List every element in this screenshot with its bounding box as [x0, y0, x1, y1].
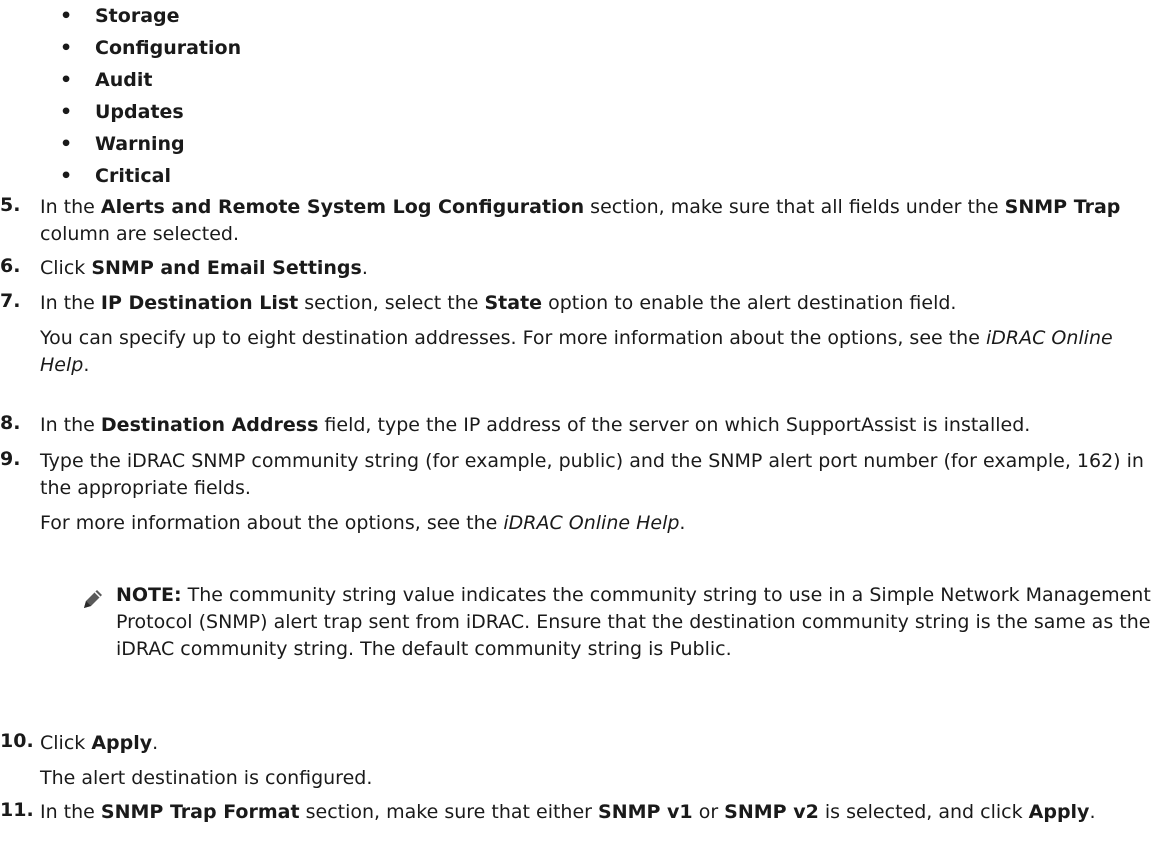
step-number: 5. — [0, 194, 21, 216]
step-text: In the — [40, 414, 101, 436]
list-item: Storage — [60, 0, 241, 32]
step-text: In the — [40, 801, 101, 823]
step-text: section, select the — [298, 292, 485, 314]
step-number: 10. — [0, 730, 34, 752]
event-category-list: Storage Configuration Audit Updates Warn… — [60, 0, 241, 192]
step-text: field, type the IP address of the server… — [318, 414, 1031, 436]
step-text: option to enable the alert destination f… — [542, 292, 957, 314]
step-text: . — [152, 732, 159, 754]
doc-reference: iDRAC Online Help — [503, 512, 680, 534]
ui-term: Apply — [1028, 801, 1090, 823]
pencil-icon — [80, 586, 106, 612]
ui-term: SNMP Trap — [1004, 196, 1121, 218]
step-text: section, make sure that all fields under… — [584, 196, 1005, 218]
ui-term: Apply — [91, 732, 153, 754]
step-text: Click — [40, 732, 92, 754]
step-number: 11. — [0, 799, 34, 821]
step-text: is selected, and click — [818, 801, 1029, 823]
ui-term: SNMP Trap Format — [100, 801, 300, 823]
ui-term: IP Destination List — [100, 292, 299, 314]
step-number: 6. — [0, 255, 21, 277]
step-text: column are selected. — [40, 223, 239, 245]
list-item: Critical — [60, 160, 241, 192]
ui-term: SNMP and Email Settings — [91, 257, 362, 279]
step-text: Click — [40, 257, 92, 279]
step-text: Type the iDRAC SNMP community string (fo… — [40, 450, 1144, 499]
note-text: The community string value indicates the… — [116, 584, 1151, 660]
ui-term: SNMP v1 — [598, 801, 693, 823]
ui-term: Alerts and Remote System Log Configurati… — [100, 196, 585, 218]
list-item: Configuration — [60, 32, 241, 64]
step-text: . — [1089, 801, 1096, 823]
ui-term: SNMP v2 — [724, 801, 819, 823]
step-text: . — [361, 257, 368, 279]
step-number: 8. — [0, 412, 21, 434]
list-item: Warning — [60, 128, 241, 160]
ui-term: Destination Address — [100, 414, 319, 436]
step-text: . — [83, 354, 90, 376]
step-text: or — [692, 801, 725, 823]
step-text: For more information about the options, … — [40, 512, 504, 534]
note-label: NOTE: — [116, 584, 182, 606]
step-number: 7. — [0, 290, 21, 312]
list-item: Audit — [60, 64, 241, 96]
step-number: 9. — [0, 448, 21, 470]
list-item: Updates — [60, 96, 241, 128]
step-text: You can specify up to eight destination … — [40, 327, 986, 349]
step-text: The alert destination is configured. — [40, 767, 373, 789]
step-text: section, make sure that either — [299, 801, 599, 823]
step-text: . — [679, 512, 686, 534]
step-text: In the — [40, 292, 101, 314]
ui-term: State — [484, 292, 543, 314]
step-text: In the — [40, 196, 101, 218]
